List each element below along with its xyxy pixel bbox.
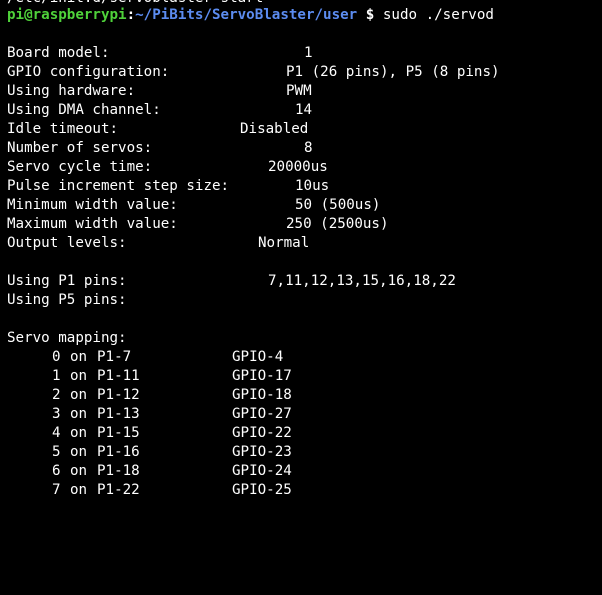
config-line-output-levels: Output levels: Normal bbox=[7, 234, 309, 253]
mapping-row: 7 on P1-22 GPIO-25 bbox=[7, 481, 292, 500]
config-line-dma: Using DMA channel: 14 bbox=[7, 101, 312, 120]
mapping-gpio: GPIO-25 bbox=[232, 482, 292, 498]
config-line-step-size: Pulse increment step size: 10us bbox=[7, 177, 329, 196]
config-line-max-width: Maximum width value: 250 (2500us) bbox=[7, 215, 389, 234]
config-value: P1 (26 pins), P5 (8 pins) bbox=[286, 64, 500, 80]
config-label: Number of servos: bbox=[7, 140, 153, 156]
config-line-min-width: Minimum width value: 50 (500us) bbox=[7, 196, 380, 215]
mapping-pin: P1-22 bbox=[97, 482, 140, 498]
mapping-row: 0 on P1-7 GPIO-4 bbox=[7, 348, 283, 367]
mapping-on: on bbox=[70, 444, 88, 460]
config-label: Pulse increment step size: bbox=[7, 178, 230, 194]
prompt-line: pi@raspberrypi:~/PiBits/ServoBlaster/use… bbox=[7, 6, 494, 25]
config-value: Normal bbox=[258, 235, 310, 251]
mapping-on: on bbox=[70, 425, 88, 441]
mapping-gpio: GPIO-22 bbox=[232, 425, 292, 441]
terminal-window[interactable]: /etc/init.d/servoblaster start pi@raspbe… bbox=[0, 0, 602, 514]
mapping-pin: P1-18 bbox=[97, 463, 140, 479]
mapping-row: 3 on P1-13 GPIO-27 bbox=[7, 405, 292, 424]
config-value: 14 bbox=[295, 102, 313, 118]
config-value: 20000us bbox=[268, 159, 328, 175]
mapping-pin: P1-13 bbox=[97, 406, 140, 422]
mapping-gpio: GPIO-24 bbox=[232, 463, 292, 479]
servo-index: 6 bbox=[52, 463, 61, 479]
mapping-pin: P1-12 bbox=[97, 387, 140, 403]
config-line-cycle-time: Servo cycle time: 20000us bbox=[7, 158, 328, 177]
config-value: Disabled bbox=[240, 121, 309, 137]
config-value: 10us bbox=[295, 178, 330, 194]
mapping-pin: P1-15 bbox=[97, 425, 140, 441]
config-line-gpio: GPIO configuration: P1 (26 pins), P5 (8 … bbox=[7, 63, 500, 82]
mapping-gpio: GPIO-18 bbox=[232, 387, 292, 403]
pins-label: Using P1 pins: bbox=[7, 273, 127, 289]
mapping-gpio: GPIO-23 bbox=[232, 444, 292, 460]
config-value: 50 (500us) bbox=[295, 197, 381, 213]
pins-line-p5: Using P5 pins: bbox=[7, 291, 127, 310]
config-value: 1 bbox=[304, 45, 313, 61]
config-label: Using DMA channel: bbox=[7, 102, 161, 118]
mapping-on: on bbox=[70, 406, 88, 422]
servo-index: 7 bbox=[52, 482, 61, 498]
config-label: Servo cycle time: bbox=[7, 159, 153, 175]
prompt-command: sudo ./servod bbox=[382, 7, 494, 23]
servo-index: 1 bbox=[52, 368, 61, 384]
mapping-row: 1 on P1-11 GPIO-17 bbox=[7, 367, 292, 386]
pins-value: 7,11,12,13,15,16,18,22 bbox=[268, 273, 456, 289]
config-line-servos: Number of servos: 8 bbox=[7, 139, 313, 158]
pins-line-p1: Using P1 pins: 7,11,12,13,15,16,18,22 bbox=[7, 272, 456, 291]
mapping-gpio: GPIO-17 bbox=[232, 368, 292, 384]
mapping-on: on bbox=[70, 387, 88, 403]
prompt-symbol: $ bbox=[365, 7, 375, 23]
mapping-on: on bbox=[70, 349, 88, 365]
mapping-row: 5 on P1-16 GPIO-23 bbox=[7, 443, 292, 462]
servo-index: 3 bbox=[52, 406, 61, 422]
config-label: Output levels: bbox=[7, 235, 127, 251]
config-label: Maximum width value: bbox=[7, 216, 178, 232]
mapping-on: on bbox=[70, 368, 88, 384]
mapping-row: 6 on P1-18 GPIO-24 bbox=[7, 462, 292, 481]
mapping-pin: P1-16 bbox=[97, 444, 140, 460]
mapping-on: on bbox=[70, 482, 88, 498]
servo-index: 5 bbox=[52, 444, 61, 460]
mapping-gpio: GPIO-4 bbox=[232, 349, 284, 365]
config-label: GPIO configuration: bbox=[7, 64, 170, 80]
config-value: 8 bbox=[304, 140, 313, 156]
config-value: PWM bbox=[286, 83, 312, 99]
mapping-title: Servo mapping: bbox=[7, 330, 127, 346]
config-label: Board model: bbox=[7, 45, 110, 61]
mapping-on: on bbox=[70, 463, 88, 479]
servo-index: 2 bbox=[52, 387, 61, 403]
prompt-path: ~/PiBits/ServoBlaster/user bbox=[135, 7, 358, 23]
mapping-row: 2 on P1-12 GPIO-18 bbox=[7, 386, 292, 405]
prompt-separator: : bbox=[126, 7, 136, 23]
prompt-user-host: pi@raspberrypi bbox=[7, 7, 127, 23]
servo-index: 0 bbox=[52, 349, 61, 365]
config-value: 250 (2500us) bbox=[286, 216, 389, 232]
config-line-board-model: Board model: 1 bbox=[7, 44, 313, 63]
mapping-pin: P1-11 bbox=[97, 368, 140, 384]
servo-index: 4 bbox=[52, 425, 61, 441]
mapping-pin: P1-7 bbox=[97, 349, 132, 365]
mapping-gpio: GPIO-27 bbox=[232, 406, 292, 422]
config-line-hardware: Using hardware: PWM bbox=[7, 82, 312, 101]
config-label: Minimum width value: bbox=[7, 197, 178, 213]
config-label: Using hardware: bbox=[7, 83, 136, 99]
mapping-row: 4 on P1-15 GPIO-22 bbox=[7, 424, 292, 443]
config-label: Idle timeout: bbox=[7, 121, 119, 137]
config-line-idle-timeout: Idle timeout: Disabled bbox=[7, 120, 308, 139]
pins-label: Using P5 pins: bbox=[7, 292, 127, 308]
